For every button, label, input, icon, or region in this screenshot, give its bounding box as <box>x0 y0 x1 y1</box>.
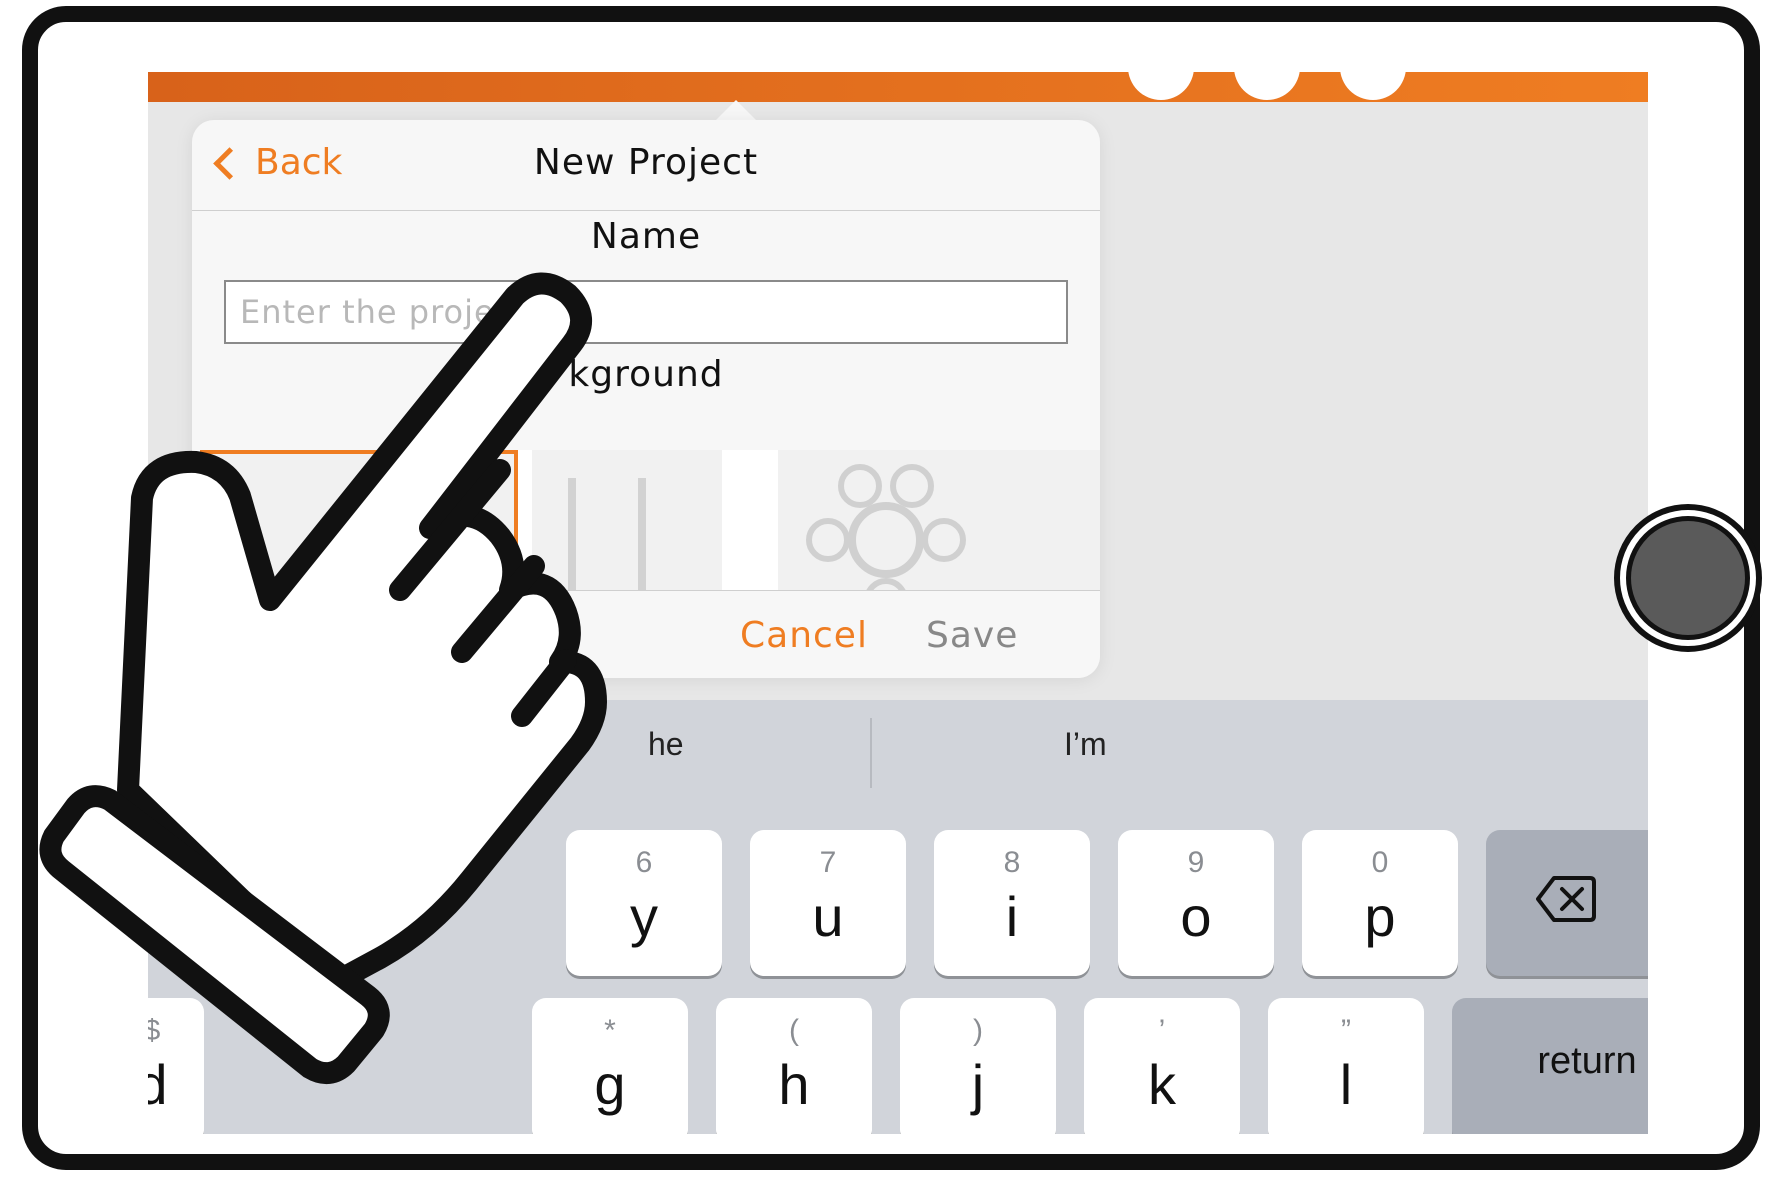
backspace-icon <box>1536 876 1596 922</box>
suggestion-2[interactable]: I’m <box>1064 726 1107 763</box>
header-icon-button-3[interactable] <box>1340 72 1406 100</box>
new-project-popover: Back New Project Name kground <box>192 120 1100 678</box>
return-key[interactable]: return <box>1452 998 1648 1134</box>
background-label: kground <box>568 354 724 395</box>
header-icon-button-2[interactable] <box>1234 72 1300 100</box>
tablet-frame: Back New Project Name kground <box>22 6 1760 1170</box>
on-screen-keyboard: he I’m 6 y 7 u 8 i 9 o 0 p * g (h) j ’… <box>148 700 1648 1134</box>
key-u[interactable]: 7 u <box>750 830 906 976</box>
delete-key[interactable] <box>1486 830 1648 976</box>
background-option-mindmap[interactable] <box>778 450 1100 590</box>
home-button[interactable] <box>1614 504 1762 652</box>
save-button[interactable]: Save <box>926 615 1018 656</box>
key-p[interactable]: 0 p <box>1302 830 1458 976</box>
name-label: Name <box>590 216 702 257</box>
key-g[interactable]: * g <box>532 998 688 1134</box>
key-o[interactable]: 9 o <box>1118 830 1274 976</box>
suggestion-bar: he I’m <box>148 700 1648 800</box>
key-j[interactable]: ) j <box>900 998 1056 1134</box>
project-name-input[interactable] <box>224 280 1068 344</box>
key-d[interactable]: $ d <box>148 998 204 1134</box>
popover-footer: Cancel Save <box>192 590 1100 678</box>
app-header <box>148 72 1648 102</box>
columns-icon <box>568 478 646 590</box>
cancel-button[interactable]: Cancel <box>740 615 868 656</box>
popover-title: New Project <box>533 142 759 183</box>
suggestion-divider <box>870 718 872 788</box>
key-i[interactable]: 8 i <box>934 830 1090 976</box>
popover-header: Back New Project <box>192 120 1100 211</box>
key-l[interactable]: ” l <box>1268 998 1424 1134</box>
suggestion-1[interactable]: he <box>648 726 684 763</box>
background-option-columns[interactable] <box>532 450 722 590</box>
background-option-blank[interactable] <box>200 450 518 590</box>
mindmap-icon <box>806 464 966 590</box>
key-k[interactable]: ’ k <box>1084 998 1240 1134</box>
app-screen: Back New Project Name kground <box>148 72 1648 1134</box>
header-icon-button-1[interactable] <box>1128 72 1194 100</box>
home-button-face <box>1626 516 1750 640</box>
popover-arrow <box>714 100 758 122</box>
background-picker <box>192 450 1100 590</box>
key-h[interactable]: ( h <box>716 998 872 1134</box>
key-y[interactable]: 6 y <box>566 830 722 976</box>
